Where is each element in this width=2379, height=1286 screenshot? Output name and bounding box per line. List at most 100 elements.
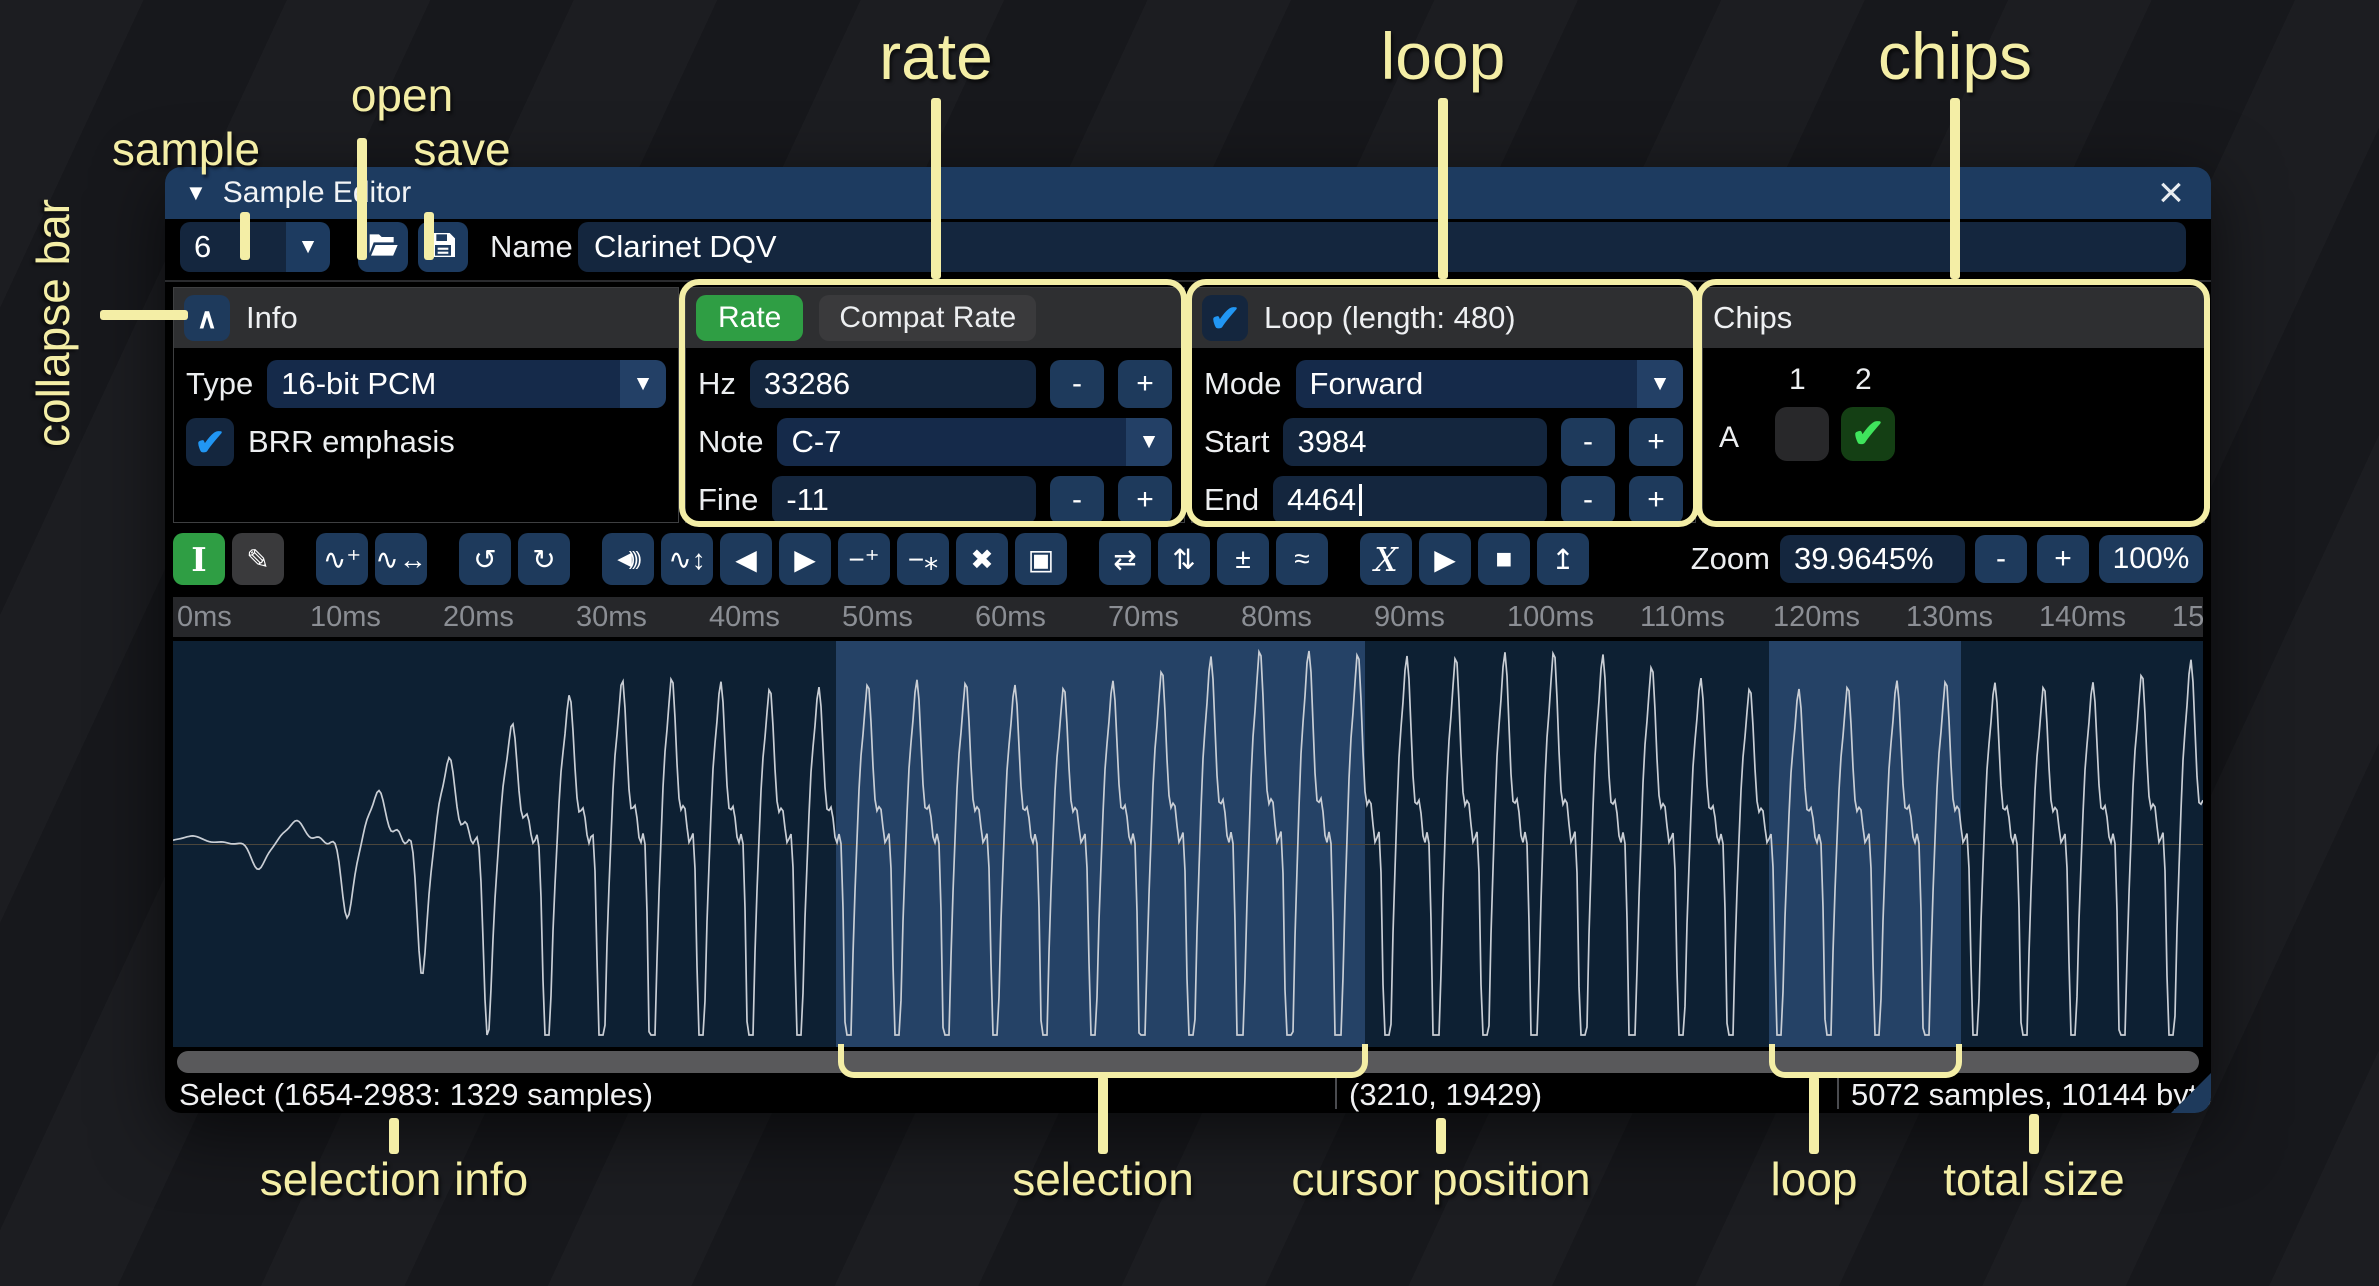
ruler-tick: 50ms	[842, 601, 913, 634]
ruler-tick: 60ms	[975, 601, 1046, 634]
ruler-tick: 100ms	[1507, 601, 1594, 634]
sample-toolbar: I ✎ ∿⁺ ∿↔ ↺ ↻ ◀))) ∿↕ ◀ ▶ −⁺ −⁎ ✖ ▣ ⇄ ⇅ …	[173, 531, 2203, 587]
page: { "window": { "title": "Sample Editor", …	[0, 0, 2379, 1286]
annotation-rate-line	[931, 98, 941, 279]
annotation-total-size-line	[2029, 1114, 2039, 1154]
window-collapse-icon[interactable]: ▼	[185, 180, 207, 206]
annotation-loop-bottom-line	[1809, 1076, 1819, 1154]
type-label: Type	[186, 366, 253, 402]
time-ruler[interactable]: 0ms 10ms 20ms 30ms 40ms 50ms 60ms 70ms 8…	[173, 597, 2203, 637]
zoom-in-button[interactable]: +	[2037, 535, 2089, 583]
total-size-text: 5072 samples, 10144 bytes	[1851, 1077, 2211, 1113]
sample-row: 6 ▼ Name Clarinet DQV	[180, 222, 2196, 272]
annotation-rate-outline	[679, 279, 1187, 527]
zoom-reset-button[interactable]: 100%	[2099, 535, 2203, 583]
annotation-selection-line	[1098, 1076, 1108, 1154]
upload-button[interactable]: ↥	[1537, 533, 1589, 585]
annotation-save-line	[424, 212, 434, 260]
apply-silence-button[interactable]: −⁎	[897, 533, 949, 585]
sample-select-value: 6	[180, 222, 286, 272]
ruler-tick: 130ms	[1906, 601, 1993, 634]
chevron-down-icon[interactable]: ▼	[286, 222, 330, 272]
status-bar: Select (1654-2983: 1329 samples) (3210, …	[165, 1075, 2211, 1113]
annotation-loop-bracket	[1769, 1044, 1962, 1078]
annotation-selection-info-line	[389, 1118, 399, 1154]
chevron-down-icon[interactable]: ▼	[620, 360, 666, 408]
annotation-total-size: total size	[1934, 1152, 2134, 1206]
annotation-chips-line	[1950, 98, 1960, 279]
annotation-collapse-bar-line	[100, 310, 188, 320]
invert-button[interactable]: ⇅	[1158, 533, 1210, 585]
annotation-cursor-position: cursor position	[1291, 1152, 1591, 1206]
annotation-loop-bottom: loop	[1714, 1152, 1914, 1206]
resample-button[interactable]: ∿↔	[375, 533, 427, 585]
collapse-bar-button[interactable]: ∧	[184, 295, 230, 341]
cursor-position-text: (3210, 19429)	[1349, 1077, 1542, 1113]
ruler-tick: 70ms	[1108, 601, 1179, 634]
sample-select[interactable]: 6 ▼	[180, 222, 330, 272]
zoom-label: Zoom	[1691, 541, 1770, 577]
info-panel-title: Info	[246, 300, 298, 336]
resize-grip[interactable]	[2171, 1073, 2211, 1113]
annotation-rate: rate	[836, 18, 1036, 94]
annotation-save: save	[402, 122, 522, 176]
ruler-tick: 30ms	[576, 601, 647, 634]
normalize-button[interactable]: ∿↕	[661, 533, 713, 585]
annotation-sample-line	[240, 212, 250, 260]
zoom-out-button[interactable]: -	[1975, 535, 2027, 583]
type-select-value: 16-bit PCM	[267, 360, 620, 408]
insert-silence-button[interactable]: −⁺	[838, 533, 890, 585]
ruler-tick: 80ms	[1241, 601, 1312, 634]
waveform-view[interactable]	[173, 641, 2203, 1047]
annotation-open-line	[357, 138, 367, 260]
annotation-selection: selection	[1003, 1152, 1203, 1206]
draw-mode-button[interactable]: ✎	[232, 533, 284, 585]
annotation-loop: loop	[1343, 18, 1543, 94]
trim-button[interactable]: ▣	[1015, 533, 1067, 585]
ruler-tick: 0ms	[177, 601, 232, 634]
close-button[interactable]: ×	[2149, 167, 2193, 219]
fade-in-button[interactable]: ◀	[720, 533, 772, 585]
name-input[interactable]: Clarinet DQV	[578, 222, 2186, 272]
redo-button[interactable]: ↻	[518, 533, 570, 585]
annotation-collapse-bar: collapse bar	[26, 185, 80, 447]
folder-open-icon	[367, 229, 399, 266]
edit-mode-button[interactable]: I	[173, 533, 225, 585]
type-select[interactable]: 16-bit PCM ▼	[267, 360, 666, 408]
delete-button[interactable]: ✖	[956, 533, 1008, 585]
zoom-controls: Zoom 39.9645% - + 100%	[1691, 535, 2203, 583]
ruler-tick: 20ms	[443, 601, 514, 634]
zoom-input[interactable]: 39.9645%	[1780, 535, 1965, 583]
brr-emphasis-checkbox[interactable]: ✔	[186, 418, 234, 466]
filter-button[interactable]: ≈	[1276, 533, 1328, 585]
ruler-tick: 90ms	[1374, 601, 1445, 634]
resize-button[interactable]: ∿⁺	[316, 533, 368, 585]
fade-out-button[interactable]: ▶	[779, 533, 831, 585]
annotation-selection-bracket	[838, 1044, 1368, 1078]
annotation-sample: sample	[111, 122, 261, 176]
preview-button[interactable]: ▶	[1419, 533, 1471, 585]
ruler-tick: 150ms	[2172, 601, 2203, 634]
waveform	[173, 641, 2203, 1047]
info-panel-body: Type 16-bit PCM ▼ ✔ BRR emphasis	[174, 349, 678, 522]
signed-unsigned-button[interactable]: ±	[1217, 533, 1269, 585]
ruler-tick: 140ms	[2039, 601, 2126, 634]
name-label: Name	[490, 222, 573, 272]
reverse-button[interactable]: ⇄	[1099, 533, 1151, 585]
crossfade-button[interactable]: X	[1360, 533, 1412, 585]
ruler-tick: 10ms	[310, 601, 381, 634]
check-icon: ✔	[194, 421, 225, 464]
status-separator	[1837, 1077, 1839, 1109]
ruler-tick: 120ms	[1773, 601, 1860, 634]
annotation-cursor-position-line	[1436, 1118, 1446, 1154]
ruler-tick: 110ms	[1640, 601, 1725, 634]
annotation-loop-line	[1438, 98, 1448, 279]
chevron-up-icon: ∧	[197, 302, 218, 335]
undo-button[interactable]: ↺	[459, 533, 511, 585]
stop-preview-button[interactable]: ■	[1478, 533, 1530, 585]
status-separator	[1335, 1077, 1337, 1109]
info-panel: ∧ Info Type 16-bit PCM ▼ ✔ BRR emphasis	[173, 287, 679, 523]
amplify-button[interactable]: ◀)))	[602, 533, 654, 585]
annotation-open: open	[342, 68, 462, 122]
ruler-tick: 40ms	[709, 601, 780, 634]
